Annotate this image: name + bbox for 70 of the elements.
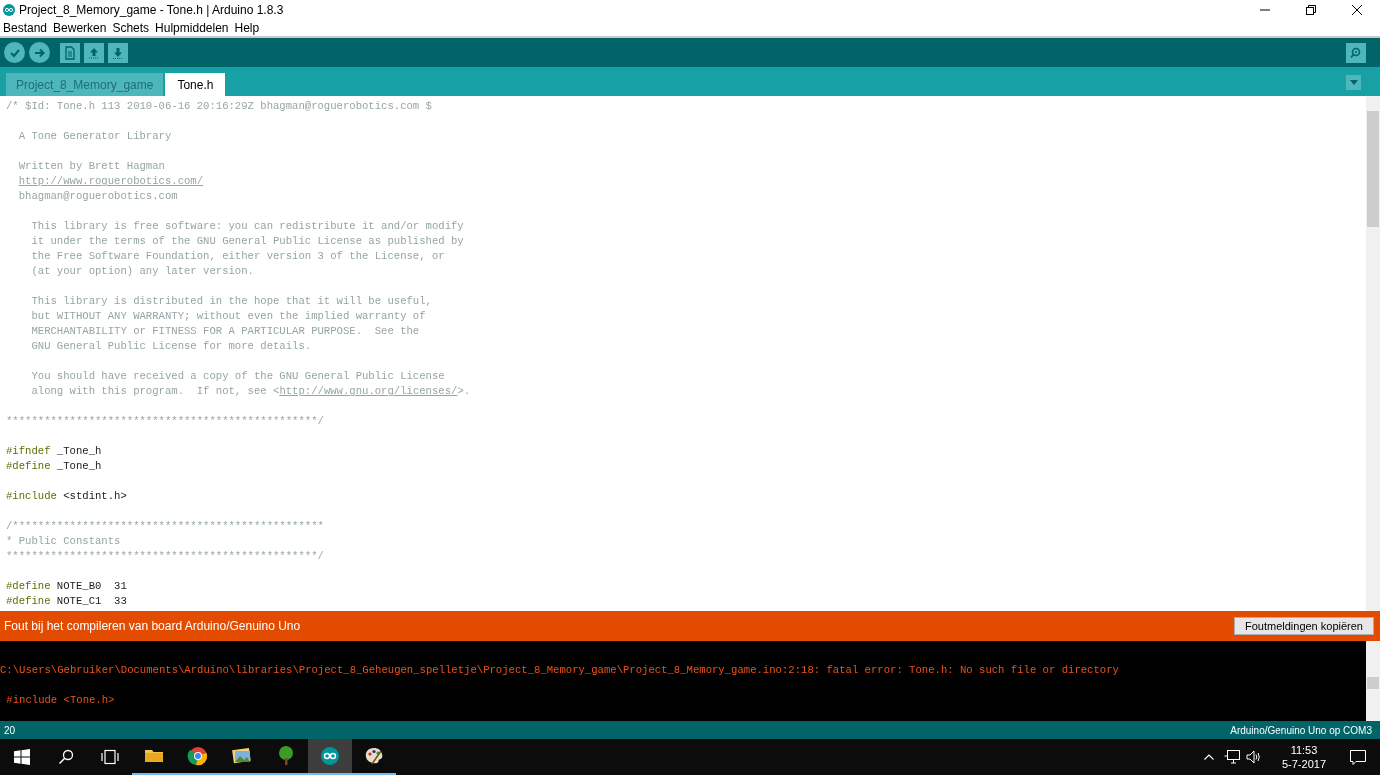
search-icon — [58, 749, 74, 765]
arduino-icon — [319, 745, 341, 767]
code-text: <stdint.h> — [62, 490, 127, 502]
app-logo-icon — [3, 4, 15, 16]
code-comment: * Public Constants — [6, 535, 121, 547]
task-view-icon — [101, 749, 119, 765]
volume-icon[interactable] — [1246, 750, 1262, 764]
menu-item[interactable]: Schets — [109, 19, 153, 37]
clock-time: 11:53 — [1290, 743, 1318, 757]
code-comment: (at your option) any later version. — [30, 265, 254, 277]
code-text: _Tone_h — [55, 460, 102, 472]
code-comment: You should have received a copy of the GNU General Public License — [30, 370, 445, 382]
preprocessor-directive: #include — [6, 490, 57, 502]
browser-icon — [187, 745, 209, 767]
new-file-button[interactable] — [60, 42, 80, 63]
verify-button[interactable] — [4, 42, 25, 63]
code-comment: Written by Brett Hagman — [17, 160, 165, 172]
code-comment: it under the terms of the GNU General Public License as published by — [30, 235, 464, 247]
menu-item[interactable]: Bestand — [0, 19, 51, 37]
network-icon[interactable] — [1224, 750, 1240, 764]
magnifier-icon — [1349, 45, 1363, 60]
clock-date: 5-7-2017 — [1281, 757, 1326, 771]
code-comment: >. — [457, 385, 471, 397]
scrollbar[interactable] — [1366, 641, 1380, 721]
menu-item[interactable]: Hulpmiddelen — [152, 19, 232, 37]
code-comment: This library is free software: you can redistribute it and/or modify — [30, 220, 464, 232]
console-line: C:\Users\Gebruiker\Documents\Arduino\libraries\Project_8_Geheugen_spelletje\Project_8_Memory_game\Project_8_Memory_game.ino:2:18: fatal error: Tone.h: No such file or directory — [0, 663, 1120, 678]
windows-logo-icon — [14, 749, 30, 765]
code-comment: along with this program. If not, see < — [30, 385, 280, 397]
palette-icon — [363, 745, 385, 767]
preprocessor-directive: #ifndef — [6, 445, 51, 457]
caret-down-icon — [1349, 80, 1358, 85]
code-comment: the Free Software Foundation, either version 3 of the License, or — [30, 250, 445, 262]
code-comment: This library is distributed in the hope that it will be useful, — [30, 295, 432, 307]
board-port-label: Arduino/Genuino Uno op COM3 — [1230, 723, 1372, 738]
code-text: NOTE_B0 31 — [55, 580, 127, 592]
window-title: Project_8_Memory_game - Tone.h | Arduino 1.8.3 — [19, 2, 284, 19]
open-button[interactable] — [84, 42, 104, 63]
serial-monitor-button[interactable] — [1346, 42, 1366, 63]
code-comment: GNU General Public License for more details. — [30, 340, 312, 352]
code-comment: bhagman@roguerobotics.com — [17, 190, 178, 202]
editor-tab[interactable]: Tone.h — [165, 73, 226, 96]
save-button[interactable] — [108, 42, 128, 63]
close-icon — [1352, 5, 1362, 15]
console-line: #include <Tone.h> — [5, 693, 116, 708]
code-comment: but WITHOUT ANY WARRANTY; without even the implied warranty of — [30, 310, 426, 322]
notification-icon[interactable] — [1350, 749, 1366, 765]
caret-up-icon[interactable] — [1204, 754, 1214, 760]
code-comment: *************************************************/ — [6, 415, 324, 427]
menu-item[interactable]: Help — [231, 19, 263, 37]
code-text: NOTE_C1 33 — [55, 595, 127, 607]
document-icon — [62, 44, 78, 61]
taskbar-app[interactable] — [308, 739, 352, 775]
code-comment: MERCHANTABILITY or FITNESS FOR A PARTICULAR PURPOSE. See the — [30, 325, 420, 337]
error-message: Fout bij het compileren van board Arduino/Genuino Uno — [4, 618, 301, 635]
preprocessor-directive: #define — [6, 595, 51, 607]
menu-item[interactable]: Bewerken — [50, 19, 110, 37]
preprocessor-directive: #define — [6, 460, 51, 472]
restore-icon — [1306, 5, 1316, 15]
code-comment: /************************************************* — [6, 520, 324, 532]
tab-menu-button[interactable] — [1346, 75, 1361, 90]
scrollbar[interactable] — [1366, 96, 1380, 611]
code-comment: *************************************************/ — [6, 550, 324, 562]
code-text: _Tone_h — [55, 445, 102, 457]
copy-errors-button[interactable]: Foutmeldingen kopiëren — [1233, 617, 1374, 635]
upload-button[interactable] — [29, 42, 50, 63]
code-comment: A Tone Generator Library — [17, 130, 172, 142]
line-number: 20 — [4, 723, 16, 738]
preprocessor-directive: #define — [6, 580, 51, 592]
code-comment: /* $Id: Tone.h 113 2010-06-16 20:16:29Z bhagman@roguerobotics.com $ — [6, 100, 432, 112]
